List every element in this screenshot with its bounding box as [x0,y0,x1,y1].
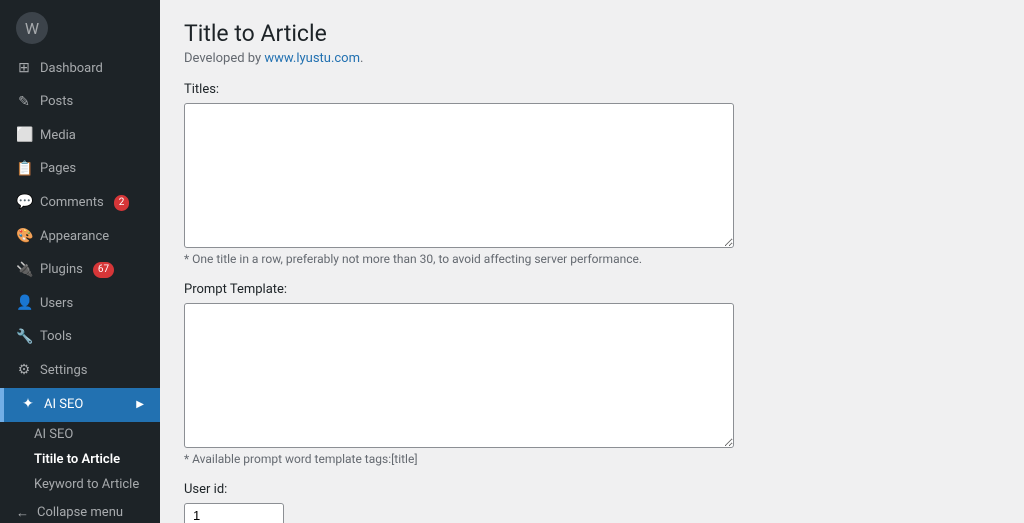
wp-logo-area: W [0,0,160,52]
ai-seo-chevron: ▶ [136,398,144,412]
submenu-keyword-to-article[interactable]: Keyword to Article [0,472,160,497]
sidebar-item-label: Appearance [40,228,109,246]
sidebar-item-users[interactable]: 👤 Users [0,287,160,321]
sidebar-item-label: Media [40,127,76,145]
developed-by-link[interactable]: www.lyustu.com [264,51,360,66]
collapse-menu-button[interactable]: ← Collapse menu [0,497,160,523]
comments-badge: 2 [114,195,130,211]
plugins-badge: 67 [93,262,114,278]
titles-field-group: Titles: * One title in a row, preferably… [184,82,1000,266]
sidebar-item-tools[interactable]: 🔧 Tools [0,321,160,355]
prompt-hint: * Available prompt word template tags:[t… [184,452,1000,466]
sidebar: W ⊞ Dashboard ✎ Posts ⬜ Media 📋 Pages 💬 … [0,0,160,523]
sidebar-item-appearance[interactable]: 🎨 Appearance [0,220,160,254]
sidebar-item-label: Plugins [40,261,83,279]
media-icon: ⬜ [16,126,32,146]
sidebar-item-label: Pages [40,160,76,178]
collapse-menu-label: Collapse menu [37,505,123,520]
prompt-label: Prompt Template: [184,282,1000,297]
main-content: Title to Article Developed by www.lyustu… [160,0,1024,523]
sidebar-item-posts[interactable]: ✎ Posts [0,86,160,120]
sidebar-item-label: AI SEO [44,396,83,414]
sidebar-item-label: Posts [40,93,73,111]
prompt-textarea[interactable] [184,303,734,448]
ai-seo-submenu: AI SEO Titile to Article Keyword to Arti… [0,422,160,497]
submenu-ai-seo-home[interactable]: AI SEO [0,422,160,447]
page-title: Title to Article [184,20,1000,47]
wp-logo-icon: W [16,12,48,44]
sidebar-item-comments[interactable]: 💬 Comments 2 [0,186,160,220]
pages-icon: 📋 [16,160,32,180]
sidebar-item-label: Settings [40,362,87,380]
prompt-field-group: Prompt Template: * Available prompt word… [184,282,1000,466]
plugins-icon: 🔌 [16,261,32,281]
sidebar-item-label: Comments [40,194,104,212]
tools-icon: 🔧 [16,328,32,348]
comments-icon: 💬 [16,193,32,213]
sidebar-item-label: Tools [40,328,72,346]
dashboard-icon: ⊞ [16,59,32,79]
ai-seo-icon: ✦ [20,395,36,415]
sidebar-item-settings[interactable]: ⚙ Settings [0,354,160,388]
titles-hint: * One title in a row, preferably not mor… [184,252,1000,266]
settings-icon: ⚙ [16,361,32,381]
users-icon: 👤 [16,294,32,314]
sidebar-item-label: Dashboard [40,60,103,78]
posts-icon: ✎ [16,93,32,113]
appearance-icon: 🎨 [16,227,32,247]
sidebar-item-dashboard[interactable]: ⊞ Dashboard [0,52,160,86]
sidebar-item-plugins[interactable]: 🔌 Plugins 67 [0,254,160,288]
sidebar-item-pages[interactable]: 📋 Pages [0,153,160,187]
user-id-field-group: User id: * Who will publish. Specify a u… [184,482,1000,523]
sidebar-item-ai-seo[interactable]: ✦ AI SEO ▶ [0,388,160,422]
developed-by: Developed by www.lyustu.com. [184,51,1000,66]
user-id-input[interactable] [184,503,284,523]
sidebar-item-label: Users [40,295,73,313]
submenu-title-to-article[interactable]: Titile to Article [0,447,160,472]
titles-label: Titles: [184,82,1000,97]
sidebar-item-media[interactable]: ⬜ Media [0,119,160,153]
collapse-icon: ← [16,505,29,521]
user-id-label: User id: [184,482,1000,497]
titles-textarea[interactable] [184,103,734,248]
